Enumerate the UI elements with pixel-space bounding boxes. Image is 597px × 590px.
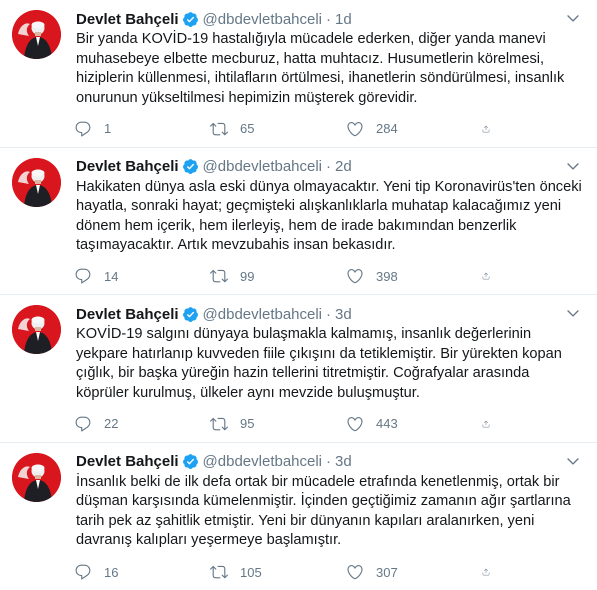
like-count: 284	[376, 121, 398, 136]
reply-icon	[75, 268, 91, 284]
tweet-text: Bir yanda KOVİD-19 hastalığıyla mücadele…	[76, 31, 565, 106]
separator-dot: ·	[326, 10, 332, 28]
like-button[interactable]: 443	[346, 415, 482, 433]
share-icon	[482, 125, 490, 132]
author-handle[interactable]: @dbdevletbahceli	[203, 306, 322, 323]
verified-badge-icon	[182, 158, 199, 175]
reply-icon	[75, 121, 91, 136]
author-name[interactable]: Devlet Bahçeli	[76, 306, 179, 323]
tweet-header: Devlet Bahçeli @dbdevletbahceli · 2d	[76, 157, 583, 177]
like-count: 398	[376, 268, 398, 284]
tweet-text: İnsanlık belki de ilk defa ortak bir müc…	[76, 473, 571, 549]
timestamp[interactable]: 3d	[335, 306, 352, 323]
like-button[interactable]: 284	[346, 120, 482, 138]
share-button[interactable]	[482, 563, 502, 581]
retweet-icon	[210, 565, 228, 579]
reply-button[interactable]: 16	[74, 563, 210, 581]
tweet-header: Devlet Bahçeli @dbdevletbahceli · 3d	[76, 304, 583, 324]
like-button[interactable]: 398	[346, 267, 482, 285]
retweet-count: 99	[240, 268, 255, 284]
like-button[interactable]: 307	[346, 563, 482, 581]
timestamp[interactable]: 1d	[335, 11, 352, 28]
share-icon	[482, 272, 490, 280]
retweet-count: 65	[240, 121, 255, 136]
chevron-down-icon[interactable]	[565, 453, 581, 469]
tweet-actions: 22 95 443	[74, 415, 574, 433]
reply-button[interactable]: 1	[74, 120, 210, 138]
chevron-down-icon[interactable]	[565, 158, 581, 174]
tweet-text: KOVİD-19 salgını dünyaya bulaşmakla kalm…	[76, 326, 562, 401]
tweet-text: Hakikaten dünya asla eski dünya olmayaca…	[76, 178, 582, 254]
author-handle[interactable]: @dbdevletbahceli	[203, 158, 322, 175]
share-button[interactable]	[482, 267, 502, 285]
author-handle[interactable]: @dbdevletbahceli	[203, 453, 322, 470]
retweet-button[interactable]: 99	[210, 267, 346, 285]
separator-dot: ·	[326, 158, 332, 175]
share-icon	[482, 420, 490, 427]
retweet-button[interactable]: 95	[210, 415, 346, 433]
avatar[interactable]	[12, 305, 61, 354]
reply-button[interactable]: 22	[74, 415, 210, 433]
tweet[interactable]: Devlet Bahçeli @dbdevletbahceli · 3d İns…	[0, 443, 597, 590]
like-count: 307	[376, 564, 398, 580]
retweet-button[interactable]: 105	[210, 563, 346, 581]
share-icon	[482, 568, 490, 576]
profile-photo	[12, 10, 61, 59]
tweet-feed: Devlet Bahçeli @dbdevletbahceli · 1d Bir…	[0, 0, 597, 590]
tweet[interactable]: Devlet Bahçeli @dbdevletbahceli · 3d KOV…	[0, 295, 597, 443]
retweet-icon	[210, 417, 228, 430]
tweet[interactable]: Devlet Bahçeli @dbdevletbahceli · 2d Hak…	[0, 148, 597, 295]
tweet[interactable]: Devlet Bahçeli @dbdevletbahceli · 1d Bir…	[0, 0, 597, 148]
chevron-down-icon[interactable]	[565, 305, 581, 321]
reply-count: 1	[104, 121, 112, 136]
reply-button[interactable]: 14	[74, 267, 210, 285]
heart-icon	[347, 269, 363, 284]
author-name[interactable]: Devlet Bahçeli	[76, 11, 179, 28]
author-name[interactable]: Devlet Bahçeli	[76, 453, 179, 470]
heart-icon	[347, 121, 363, 136]
timestamp[interactable]: 2d	[335, 158, 352, 175]
heart-icon	[347, 416, 363, 431]
reply-count: 16	[104, 564, 119, 580]
chevron-down-icon[interactable]	[565, 10, 581, 26]
avatar[interactable]	[12, 10, 61, 59]
like-count: 443	[376, 416, 398, 431]
profile-photo	[12, 452, 61, 502]
retweet-count: 95	[240, 416, 255, 431]
retweet-icon	[210, 269, 228, 283]
share-button[interactable]	[482, 415, 502, 433]
retweet-count: 105	[240, 564, 262, 580]
verified-badge-icon	[182, 306, 199, 323]
profile-photo	[12, 157, 61, 207]
tweet-actions: 1 65 284	[74, 120, 574, 138]
tweet-actions: 16 105 307	[74, 563, 574, 581]
retweet-icon	[210, 122, 228, 135]
heart-icon	[347, 565, 363, 580]
separator-dot: ·	[326, 453, 332, 470]
avatar[interactable]	[12, 452, 61, 502]
author-handle[interactable]: @dbdevletbahceli	[203, 11, 322, 28]
avatar[interactable]	[12, 157, 61, 207]
separator-dot: ·	[326, 305, 332, 323]
retweet-button[interactable]: 65	[210, 120, 346, 138]
timestamp[interactable]: 3d	[335, 453, 352, 470]
tweet-actions: 14 99 398	[74, 267, 574, 285]
reply-count: 22	[104, 416, 119, 431]
author-name[interactable]: Devlet Bahçeli	[76, 158, 179, 175]
verified-badge-icon	[182, 11, 199, 28]
profile-photo	[12, 305, 61, 354]
reply-icon	[75, 564, 91, 580]
share-button[interactable]	[482, 120, 502, 138]
verified-badge-icon	[182, 453, 199, 470]
tweet-header: Devlet Bahçeli @dbdevletbahceli · 1d	[76, 9, 583, 29]
reply-count: 14	[104, 268, 119, 284]
reply-icon	[75, 416, 91, 431]
tweet-header: Devlet Bahçeli @dbdevletbahceli · 3d	[76, 452, 583, 472]
